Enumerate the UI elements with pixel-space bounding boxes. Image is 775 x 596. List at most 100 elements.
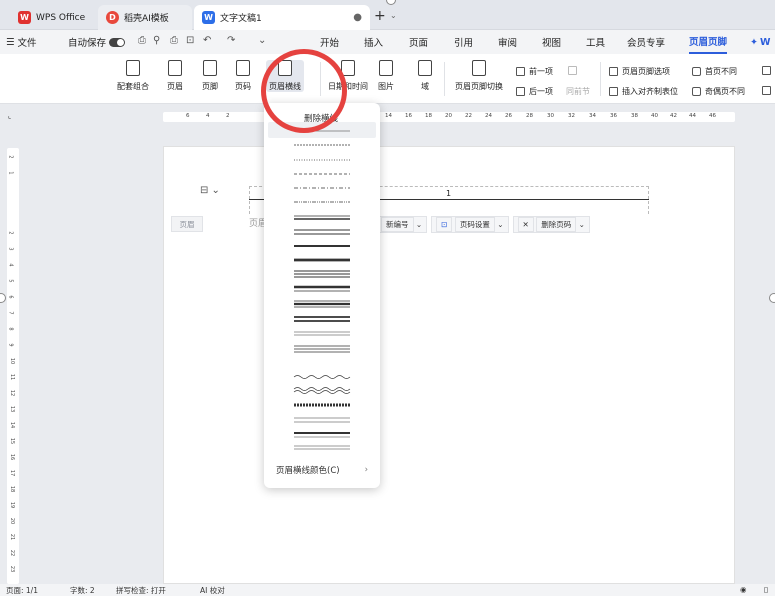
chevron-right-icon: ›: [364, 465, 368, 475]
ai-assistant-button[interactable]: ✦ W: [750, 30, 770, 54]
ai-proofread[interactable]: AI 校对: [200, 585, 225, 596]
layout-icon[interactable]: ▯: [764, 585, 768, 594]
next-item-button[interactable]: 后一项: [516, 86, 553, 97]
ruler-number: 40: [651, 113, 658, 119]
tab-view[interactable]: 视图: [542, 30, 561, 54]
line-style-option[interactable]: [294, 345, 350, 353]
switch-icon: [472, 60, 486, 76]
undo-icon[interactable]: ↶: [203, 35, 214, 47]
header-footer-switch-button[interactable]: 页眉页脚切换: [455, 60, 503, 92]
first-page-different-checkbox[interactable]: 首页不同: [692, 66, 737, 77]
left-resize-handle[interactable]: [0, 293, 6, 303]
spell-check-status[interactable]: 拼写检查: 打开: [116, 585, 166, 596]
horizontal-ruler[interactable]: ⌞ 6 4 2 14 16 18 20 22 24 26 28 30 32 34…: [0, 104, 775, 130]
vruler-number: 3: [7, 247, 14, 251]
writer-logo-icon: W: [202, 11, 215, 24]
line-style-option[interactable]: [294, 300, 350, 308]
autosave-toggle[interactable]: 自动保存: [68, 30, 126, 54]
line-style-option[interactable]: [294, 445, 350, 450]
ruler-number: 28: [526, 113, 533, 119]
vertical-ruler[interactable]: 2 1 2 3 4 5 6 7 8 9 10 11 12 13 14 15 16…: [7, 148, 19, 584]
page-count[interactable]: 页面: 1/1: [6, 585, 38, 596]
line-style-option[interactable]: [294, 229, 350, 235]
checkbox-cut-off[interactable]: [762, 86, 775, 95]
divider: [320, 62, 321, 96]
line-style-option[interactable]: [294, 432, 350, 438]
tab-modified-dot-icon[interactable]: ●: [353, 12, 362, 23]
share-icon[interactable]: ⚲: [153, 35, 164, 47]
odd-even-different-checkbox[interactable]: 奇偶页不同: [692, 86, 745, 97]
vruler-number: 23: [9, 565, 16, 573]
line-style-option[interactable]: [294, 285, 350, 292]
insert-align-tab-button[interactable]: 插入对齐制表位: [609, 86, 678, 97]
prev-item-button[interactable]: 前一项: [516, 66, 553, 77]
combo-button[interactable]: 配套组合: [117, 60, 149, 92]
field-button[interactable]: 域: [418, 60, 432, 92]
header-line-color-option[interactable]: 页眉横线颜色(C) ›: [266, 460, 378, 480]
tab-start[interactable]: 开始: [320, 30, 339, 54]
header-button[interactable]: 页眉: [167, 60, 183, 92]
tab-review[interactable]: 审阅: [498, 30, 517, 54]
line-style-option[interactable]: [294, 417, 350, 423]
line-style-list[interactable]: [264, 103, 380, 463]
file-menu[interactable]: ☰ 文件: [6, 30, 37, 54]
renumber-button[interactable]: 新编号 ⌄: [376, 216, 428, 233]
tab-document[interactable]: W 文字文稿1 ●: [194, 5, 370, 30]
date-time-button[interactable]: 日期和时间: [328, 60, 368, 92]
header-page-number[interactable]: 1: [446, 189, 451, 198]
line-style-option[interactable]: [293, 387, 351, 394]
checkbox-icon[interactable]: [762, 86, 771, 95]
checkbox-icon[interactable]: [762, 66, 771, 75]
checkbox-icon[interactable]: [692, 87, 701, 96]
options-label: 页眉页脚选项: [622, 67, 670, 76]
tab-insert[interactable]: 插入: [364, 30, 383, 54]
tab-header-footer[interactable]: 页眉页脚: [689, 30, 728, 54]
line-style-option[interactable]: [293, 375, 351, 379]
line-style-option[interactable]: [294, 215, 350, 220]
settings-label: 页码设置: [454, 217, 495, 232]
vruler-number: 14: [9, 421, 16, 429]
tab-page[interactable]: 页面: [409, 30, 428, 54]
link-icon: [568, 66, 577, 75]
ruler-number: 44: [689, 113, 696, 119]
picture-icon: [379, 60, 393, 76]
chevron-down-icon[interactable]: ⌄: [390, 11, 397, 20]
cloud-save-icon[interactable]: ⎙: [138, 35, 149, 47]
preview-icon[interactable]: ⊡: [186, 35, 197, 47]
checkbox-cut-off[interactable]: [762, 66, 775, 75]
tab-label: 文字文稿1: [220, 14, 262, 24]
tab-tools[interactable]: 工具: [586, 30, 605, 54]
word-count[interactable]: 字数: 2: [70, 585, 95, 596]
tab-wps-office[interactable]: W WPS Office: [10, 5, 96, 30]
eye-icon[interactable]: ◉: [740, 585, 747, 594]
page-number-button[interactable]: 页码: [235, 60, 251, 92]
file-menu-label: 文件: [17, 38, 37, 49]
combo-label: 配套组合: [117, 82, 149, 91]
align-options-icon[interactable]: ⊟ ⌄: [200, 185, 220, 196]
line-style-option[interactable]: [294, 316, 350, 322]
footer-button[interactable]: 页脚: [202, 60, 218, 92]
ruler-number: 26: [505, 113, 512, 119]
header-line-button[interactable]: 页眉横线: [266, 60, 304, 92]
tab-member[interactable]: 会员专享: [627, 30, 665, 54]
right-resize-handle[interactable]: [769, 293, 775, 303]
hamburger-icon: ☰: [6, 36, 15, 48]
toggle-switch[interactable]: [109, 37, 126, 47]
line-style-option[interactable]: [294, 270, 350, 278]
tab-reference[interactable]: 引用: [454, 30, 473, 54]
page-number-settings-button[interactable]: ⊡ 页码设置 ⌄: [431, 216, 509, 233]
vruler-number: 10: [9, 357, 16, 365]
delete-page-number-button[interactable]: ✕ 删除页码 ⌄: [512, 216, 590, 233]
new-tab-plus-icon[interactable]: +: [374, 8, 386, 24]
line-color-label: 页眉横线颜色(C): [276, 466, 340, 476]
line-style-option[interactable]: [294, 331, 350, 336]
tab-stop-icon[interactable]: ⌞: [8, 112, 11, 120]
print-icon[interactable]: ⎙: [170, 35, 181, 47]
more-chevron-icon[interactable]: ⌄: [258, 35, 269, 47]
ruler-number: 2: [226, 113, 230, 119]
checkbox-icon[interactable]: [692, 67, 701, 76]
picture-button[interactable]: 图片: [378, 60, 394, 92]
header-footer-options-button[interactable]: 页眉页脚选项: [609, 66, 670, 77]
redo-icon[interactable]: ↷: [227, 35, 238, 47]
tab-ai-template[interactable]: D 稻壳AI模板: [98, 5, 192, 30]
